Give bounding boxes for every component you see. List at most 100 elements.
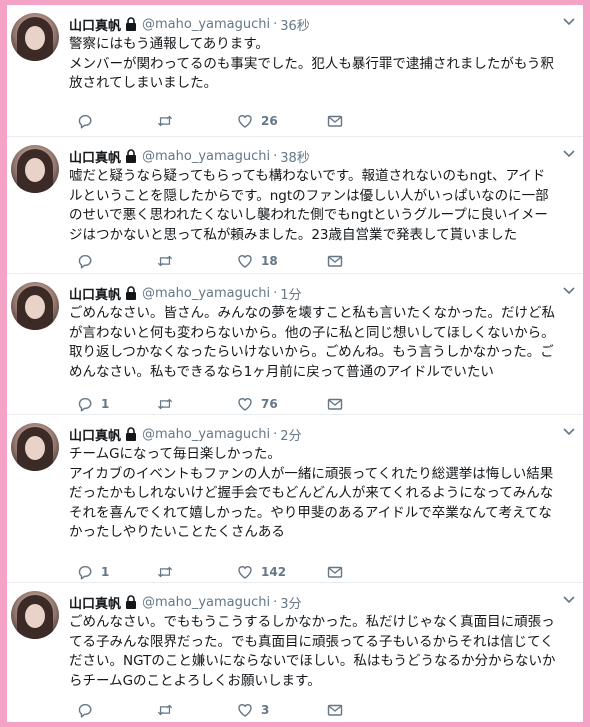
reply-icon <box>78 255 92 269</box>
handle[interactable]: @maho_yamaguchi <box>142 286 270 301</box>
retweet-icon <box>157 566 173 578</box>
separator-dot: · <box>273 594 278 610</box>
reply-icon <box>78 398 92 412</box>
display-name[interactable]: 山口真帆 <box>69 425 121 444</box>
retweet-button[interactable] <box>157 111 181 131</box>
like-button[interactable]: 76 <box>237 394 278 414</box>
tweet-text-line: ジはつかないと思って私が頼みました。23歳自営業で発表して貰いました <box>69 226 518 243</box>
tweet[interactable]: 山口真帆 @maho_yamaguchi · 38秒 嘘だと疑うなら疑ってもらっ… <box>7 137 583 274</box>
display-name[interactable]: 山口真帆 <box>69 284 121 303</box>
message-button[interactable] <box>327 111 343 131</box>
tweet-text-line: 警察にはもう通報してあります。 <box>69 36 269 52</box>
envelope-icon <box>327 566 343 578</box>
timestamp[interactable]: 38秒 <box>280 147 310 166</box>
like-count: 26 <box>261 114 278 128</box>
reply-button[interactable] <box>77 251 101 271</box>
tweet-text-line: が言わないと何も変わらないから。他の子に私と同じ想いしてほしくないから。 <box>69 324 555 341</box>
retweet-button[interactable] <box>157 700 181 720</box>
avatar[interactable] <box>11 282 59 330</box>
handle[interactable]: @maho_yamaguchi <box>142 149 270 164</box>
message-button[interactable] <box>327 394 343 414</box>
retweet-button[interactable] <box>157 251 181 271</box>
separator-dot: · <box>273 285 278 301</box>
retweet-icon <box>157 255 173 267</box>
separator-dot: · <box>273 16 278 32</box>
tweet-text-line: だったかもしれないけど握手会でもどんどん人が来てくれるようになってみんな <box>69 485 554 501</box>
tweet-actions: 26 <box>77 111 377 131</box>
tweet-header: 山口真帆 @maho_yamaguchi · 38秒 <box>69 147 310 166</box>
tweet-actions: 1 76 <box>77 394 377 414</box>
avatar[interactable] <box>11 591 59 639</box>
display-name[interactable]: 山口真帆 <box>69 15 121 34</box>
lock-icon <box>126 427 137 441</box>
retweet-button[interactable] <box>157 394 181 414</box>
handle[interactable]: @maho_yamaguchi <box>142 17 270 32</box>
like-count: 142 <box>261 565 287 579</box>
retweet-button[interactable] <box>157 562 181 582</box>
tweet-text-line: 嘘だと疑うなら疑ってもらっても構わないです。報道されないのもngt、アイド <box>69 168 546 184</box>
envelope-icon <box>327 115 343 127</box>
message-button[interactable] <box>327 562 343 582</box>
separator-dot: · <box>273 426 278 442</box>
tweet[interactable]: 山口真帆 @maho_yamaguchi · 1分 ごめんなさい。皆さん。みんな… <box>7 274 583 415</box>
message-button[interactable] <box>327 700 343 720</box>
reply-button[interactable] <box>77 700 101 720</box>
reply-count: 1 <box>101 565 110 579</box>
reply-button[interactable]: 1 <box>77 562 109 582</box>
chevron-down-icon[interactable] <box>563 286 575 296</box>
tweet-text-line: かったしやりたいことたくさんある <box>69 524 285 540</box>
chevron-down-icon[interactable] <box>563 149 575 159</box>
tweet-text-line: チームGになって毎日楽しかった。 <box>69 446 281 462</box>
display-name[interactable]: 山口真帆 <box>69 593 121 612</box>
like-count: 76 <box>261 397 278 411</box>
tweet-header: 山口真帆 @maho_yamaguchi · 1分 <box>69 284 302 303</box>
like-button[interactable]: 18 <box>237 251 278 271</box>
like-button[interactable]: 142 <box>237 562 286 582</box>
timestamp[interactable]: 3分 <box>280 593 301 612</box>
timestamp[interactable]: 36秒 <box>280 15 310 34</box>
tweet-text: ごめんなさい。皆さん。みんなの夢を壊すこと私も言いたくなかった。だけど私 が言わな… <box>69 304 575 382</box>
handle[interactable]: @maho_yamaguchi <box>142 595 270 610</box>
chevron-down-icon[interactable] <box>563 595 575 605</box>
like-button[interactable]: 3 <box>237 700 269 720</box>
tweet-header: 山口真帆 @maho_yamaguchi · 3分 <box>69 593 302 612</box>
lock-icon <box>126 286 137 300</box>
display-name[interactable]: 山口真帆 <box>69 147 121 166</box>
envelope-icon <box>327 398 343 410</box>
tweet-header: 山口真帆 @maho_yamaguchi · 2分 <box>69 425 302 444</box>
message-button[interactable] <box>327 251 343 271</box>
reply-button[interactable] <box>77 111 101 131</box>
lock-icon <box>126 595 137 609</box>
lock-icon <box>126 17 137 31</box>
heart-icon <box>238 255 252 268</box>
tweet[interactable]: 山口真帆 @maho_yamaguchi · 2分 チームGになって毎日楽しかっ… <box>7 415 583 583</box>
retweet-icon <box>157 115 173 127</box>
reply-count: 1 <box>101 397 110 411</box>
tweet-text-line: のせいで悪く思われたくないし襲われた側でもngtというグループに良いイメー <box>69 207 548 223</box>
tweet-actions: 1 142 <box>77 562 377 582</box>
heart-icon <box>238 566 252 579</box>
reply-icon <box>78 704 92 718</box>
avatar[interactable] <box>11 13 59 61</box>
tweet-text-line: ルということを隠したからです。ngtのファンは優しい人がいっぱいなのに一部 <box>69 187 549 204</box>
chevron-down-icon[interactable] <box>563 17 575 27</box>
tweet-text-line: 取り返しつかなくなったらいけないから。ごめんね。もう言うしかなかった。ご <box>69 344 554 360</box>
avatar[interactable] <box>11 145 59 193</box>
tweet-text-line: てる子みんな限界だった。でも真面目に頑張ってる子もいるからそれは信じてく <box>69 633 554 650</box>
handle[interactable]: @maho_yamaguchi <box>142 427 270 442</box>
like-button[interactable]: 26 <box>237 111 278 131</box>
tweet[interactable]: 山口真帆 @maho_yamaguchi · 3分 ごめんなさい。でももうこうす… <box>7 583 583 722</box>
tweet[interactable]: 山口真帆 @maho_yamaguchi · 36秒 警察にはもう通報してありま… <box>7 5 583 137</box>
timestamp[interactable]: 1分 <box>280 284 301 303</box>
like-count: 3 <box>261 703 270 717</box>
tweet-text-line: ださい。NGTのこと嫌いにならないでほしい。私はもうどうなるか分からないか <box>69 653 556 669</box>
chevron-down-icon[interactable] <box>563 427 575 437</box>
reply-icon <box>78 115 92 129</box>
reply-button[interactable]: 1 <box>77 394 109 414</box>
avatar[interactable] <box>11 423 59 471</box>
timestamp[interactable]: 2分 <box>280 425 301 444</box>
like-count: 18 <box>261 254 278 268</box>
tweet-header: 山口真帆 @maho_yamaguchi · 36秒 <box>69 15 310 34</box>
tweet-text: 嘘だと疑うなら疑ってもらっても構わないです。報道されないのもngt、アイド ルとい… <box>69 167 575 245</box>
tweet-actions: 18 <box>77 251 377 271</box>
